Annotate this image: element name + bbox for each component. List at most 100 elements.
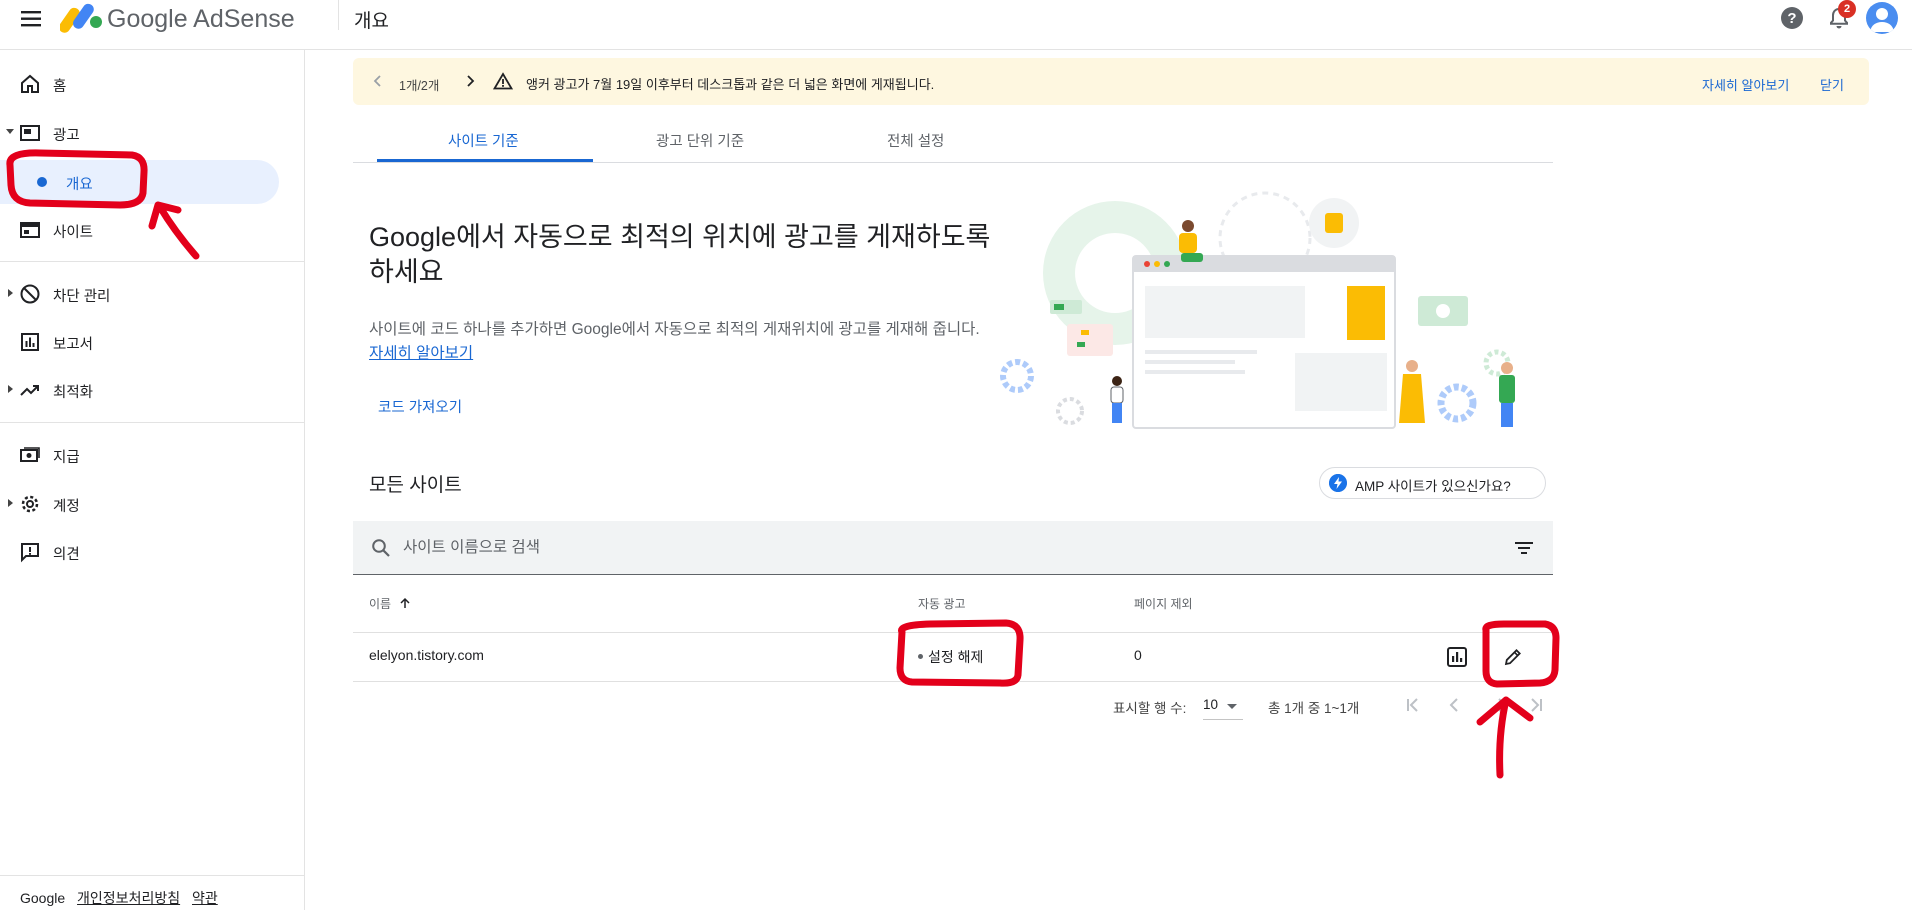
expand-caret-icon bbox=[8, 385, 13, 393]
bolt-icon bbox=[1329, 474, 1347, 492]
warning-icon bbox=[493, 72, 513, 90]
expand-caret-icon bbox=[8, 499, 13, 507]
active-dot-icon bbox=[37, 177, 47, 187]
sidebar-item-label: 개요 bbox=[66, 177, 93, 193]
last-page-icon[interactable] bbox=[1525, 694, 1547, 716]
hero-body: 사이트에 코드 하나를 추가하면 Google에서 자동으로 최적의 게재위치에… bbox=[369, 318, 989, 366]
tab-by-ad-unit[interactable]: 광고 단위 기준 bbox=[656, 130, 744, 151]
sidebar-divider bbox=[0, 261, 304, 262]
announcement-banner: 1개/2개 앵커 광고가 7월 19일 이후부터 데스크톱과 같은 더 넓은 화… bbox=[353, 58, 1869, 105]
sidebar-item-label: 계정 bbox=[53, 499, 80, 515]
notification-count-badge: 2 bbox=[1838, 0, 1856, 18]
status-dot-icon bbox=[918, 653, 923, 659]
hero-body-text: 사이트에 코드 하나를 추가하면 Google에서 자동으로 최적의 게재위치에… bbox=[369, 321, 980, 338]
report-chart-icon[interactable] bbox=[1446, 646, 1468, 668]
trending-up-icon bbox=[20, 385, 39, 396]
dropdown-arrow-icon bbox=[1227, 704, 1237, 709]
previous-page-icon[interactable] bbox=[1443, 694, 1465, 716]
sidebar-divider bbox=[0, 422, 304, 423]
chevron-left-icon[interactable] bbox=[371, 73, 385, 89]
help-icon[interactable]: ? bbox=[1780, 6, 1804, 30]
sidebar-item-label: 지급 bbox=[53, 450, 80, 466]
tab-by-site[interactable]: 사이트 기준 bbox=[448, 130, 519, 151]
gear-icon bbox=[21, 495, 39, 513]
sidebar-item-home[interactable]: 홈 bbox=[0, 62, 280, 106]
top-app-bar: Google AdSense 개요 ? 2 bbox=[0, 0, 1912, 50]
privacy-link[interactable]: 개인정보처리방침 bbox=[77, 890, 180, 906]
expand-caret-icon bbox=[8, 289, 13, 297]
sidebar-item-account[interactable]: 계정 bbox=[0, 482, 280, 526]
auto-ads-illustration bbox=[1000, 191, 1515, 429]
adsense-logo-icon bbox=[60, 3, 102, 33]
sidebar-item-label: 사이트 bbox=[53, 225, 94, 241]
amp-sites-chip[interactable]: AMP 사이트가 있으신가요? bbox=[1319, 467, 1546, 499]
person-icon bbox=[1870, 8, 1894, 32]
rows-per-page-label: 표시할 행 수: bbox=[1113, 701, 1187, 716]
edit-pencil-icon[interactable] bbox=[1502, 646, 1524, 668]
arrow-up-icon bbox=[400, 597, 410, 608]
chevron-right-icon[interactable] bbox=[463, 73, 477, 89]
home-icon bbox=[21, 74, 39, 93]
block-icon bbox=[20, 284, 40, 304]
sidebar-item-reports[interactable]: 보고서 bbox=[0, 320, 280, 364]
tab-bar: 사이트 기준 광고 단위 기준 전체 설정 bbox=[353, 117, 1553, 163]
column-header-name[interactable]: 이름 bbox=[369, 595, 411, 612]
banner-close-button[interactable]: 닫기 bbox=[1820, 75, 1844, 94]
terms-link[interactable]: 약관 bbox=[192, 890, 218, 906]
site-search-bar bbox=[353, 521, 1553, 575]
sidebar-item-optimization[interactable]: 최적화 bbox=[0, 368, 280, 412]
sidebar-item-label: 보고서 bbox=[53, 337, 94, 353]
brand-name: Google AdSense bbox=[107, 5, 295, 33]
hero-learn-more-link[interactable]: 자세히 알아보기 bbox=[369, 345, 473, 362]
page-exclusions-cell: 0 bbox=[1134, 647, 1142, 663]
sidebar-item-ads[interactable]: 광고 bbox=[0, 111, 280, 155]
rows-per-page-value: 10 bbox=[1203, 697, 1219, 712]
page-title: 개요 bbox=[354, 11, 389, 32]
sites-icon bbox=[20, 222, 40, 238]
auto-ads-status-cell: 설정 해제 bbox=[918, 647, 983, 667]
payments-icon bbox=[20, 447, 40, 462]
table-divider bbox=[353, 632, 1553, 633]
hamburger-menu-icon[interactable] bbox=[19, 8, 45, 30]
column-header-page-exclusions: 페이지 제외 bbox=[1134, 597, 1193, 611]
sidebar-item-feedback[interactable]: 의견 bbox=[0, 530, 280, 574]
feedback-icon bbox=[21, 543, 39, 563]
sidebar-item-blocking-controls[interactable]: 차단 관리 bbox=[0, 272, 280, 316]
hero-title: Google에서 자동으로 최적의 위치에 광고를 게재하도록 하세요 bbox=[369, 222, 991, 287]
get-code-button[interactable]: 코드 가져오기 bbox=[378, 396, 462, 417]
ads-icon bbox=[20, 125, 40, 141]
amp-chip-label: AMP 사이트가 있으신가요? bbox=[1355, 479, 1511, 494]
next-page-icon[interactable] bbox=[1491, 694, 1513, 716]
banner-pager: 1개/2개 bbox=[399, 79, 440, 93]
svg-text:?: ? bbox=[1787, 10, 1796, 27]
filter-icon[interactable] bbox=[1513, 538, 1535, 558]
site-name-cell: elelyon.tistory.com bbox=[369, 647, 484, 663]
sidebar-divider bbox=[0, 875, 304, 876]
all-sites-title: 모든 사이트 bbox=[369, 475, 462, 496]
sidebar-item-label: 의견 bbox=[53, 547, 80, 563]
table-divider bbox=[353, 681, 1553, 682]
header-divider bbox=[338, 0, 339, 30]
sidebar-item-payments[interactable]: 지급 bbox=[0, 433, 280, 477]
sidebar-item-label: 광고 bbox=[53, 128, 80, 144]
first-page-icon[interactable] bbox=[1402, 694, 1424, 716]
rows-per-page-select[interactable]: 10 bbox=[1203, 695, 1243, 720]
sidebar-footer: Google 개인정보처리방침 약관 bbox=[20, 888, 218, 908]
tab-global-settings[interactable]: 전체 설정 bbox=[887, 130, 944, 151]
site-search-input[interactable] bbox=[401, 535, 1465, 561]
auto-ads-status-text: 설정 해제 bbox=[928, 649, 984, 665]
pagination-range: 총 1개 중 1~1개 bbox=[1268, 701, 1360, 716]
sidebar-item-sites[interactable]: 사이트 bbox=[0, 208, 280, 252]
sidebar-item-label: 차단 관리 bbox=[53, 289, 111, 305]
expand-caret-icon bbox=[6, 129, 14, 134]
sidebar-item-overview[interactable]: 개요 bbox=[0, 160, 279, 204]
banner-learn-more-link[interactable]: 자세히 알아보기 bbox=[1702, 75, 1789, 94]
active-tab-indicator bbox=[377, 159, 593, 162]
user-avatar[interactable] bbox=[1866, 2, 1898, 34]
banner-message: 앵커 광고가 7월 19일 이후부터 데스크톱과 같은 더 넓은 화면에 게재됩… bbox=[526, 77, 935, 92]
column-header-label: 이름 bbox=[369, 597, 392, 611]
sidebar: 홈 광고 개요 사이트 차단 관리 보고서 최적화 지급 계정 의견 Googl… bbox=[0, 50, 305, 910]
column-header-auto-ads: 자동 광고 bbox=[918, 597, 966, 611]
search-icon bbox=[372, 539, 390, 557]
sidebar-item-label: 홈 bbox=[53, 79, 67, 95]
